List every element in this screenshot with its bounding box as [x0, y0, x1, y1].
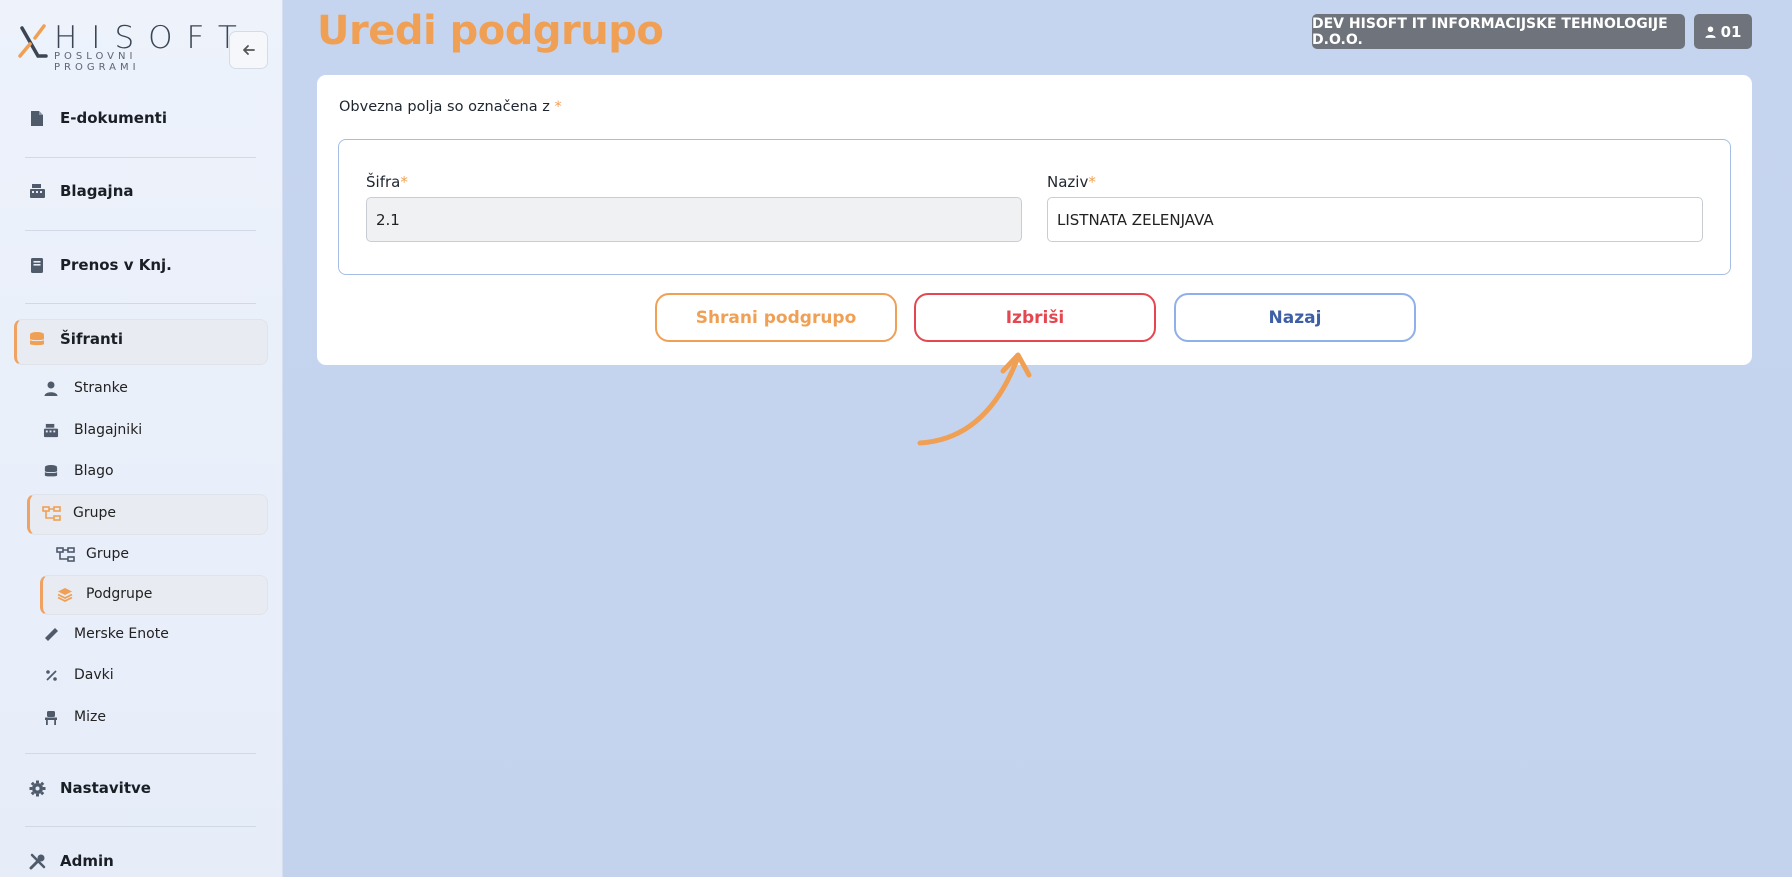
sidebar-item-e-dokumenti[interactable]: E-dokumenti [28, 109, 167, 127]
pointer-arrow-icon [917, 352, 1032, 446]
sidebar-item-label: Stranke [74, 380, 128, 396]
sidebar-item-label: Grupe [86, 546, 129, 562]
required-fields-note: Obvezna polja so označena z * [339, 99, 562, 115]
sidebar-item-label: Merske Enote [74, 626, 169, 642]
naziv-label-text: Naziv [1047, 173, 1089, 191]
sidebar-item-label: Admin [60, 852, 114, 870]
cash-register-icon [28, 182, 46, 200]
chair-icon [43, 709, 59, 725]
layers-icon [55, 586, 75, 602]
divider [25, 230, 256, 231]
sidebar-item-merske-enote[interactable]: Merske Enote [43, 626, 169, 642]
divider [25, 303, 256, 304]
sidebar-item-podgrupe[interactable]: Podgrupe [55, 586, 152, 602]
sitemap-icon [55, 546, 75, 562]
collapse-sidebar-button[interactable] [229, 31, 268, 69]
gear-icon [28, 779, 46, 797]
sidebar-item-label: Blago [74, 463, 114, 479]
database-icon [43, 463, 59, 479]
database-icon [28, 330, 46, 348]
sidebar-item-grupe-child[interactable]: Grupe [55, 546, 129, 562]
sidebar-item-prenos[interactable]: Prenos v Knj. [28, 256, 172, 274]
sidebar-item-label: Grupe [73, 505, 116, 521]
logo[interactable]: HISOFT POSLOVNI PROGRAMI [18, 20, 237, 73]
user-icon [1704, 26, 1716, 38]
sidebar-item-label: Blagajna [60, 182, 134, 200]
sidebar-item-label: Nastavitve [60, 779, 151, 797]
required-star: * [554, 99, 562, 115]
sifra-label: Šifra* [366, 173, 408, 191]
sidebar: HISOFT POSLOVNI PROGRAMI E-dokumenti Bla… [0, 0, 283, 877]
required-note-text: Obvezna polja so označena z [339, 99, 550, 115]
sidebar-item-label: Prenos v Knj. [60, 256, 172, 274]
naziv-label: Naziv* [1047, 173, 1096, 191]
ruler-icon [43, 626, 59, 642]
sidebar-item-label: Šifranti [60, 330, 123, 348]
sidebar-item-mize[interactable]: Mize [43, 709, 106, 725]
sidebar-item-davki[interactable]: Davki [43, 667, 114, 683]
sidebar-item-admin[interactable]: Admin [28, 852, 114, 870]
back-button[interactable]: Nazaj [1174, 293, 1416, 342]
arrow-left-icon [242, 45, 255, 55]
sidebar-item-stranke[interactable]: Stranke [43, 380, 128, 396]
sidebar-item-label: E-dokumenti [60, 109, 167, 127]
sifra-input[interactable]: 2.1 [366, 197, 1022, 242]
sidebar-item-label: Davki [74, 667, 114, 683]
file-icon [28, 109, 46, 127]
divider [25, 753, 256, 754]
sidebar-item-label: Blagajniki [74, 422, 143, 438]
user-badge[interactable]: 01 [1694, 14, 1752, 49]
sitemap-icon [41, 505, 61, 521]
sidebar-item-sifranti[interactable]: Šifranti [28, 330, 123, 348]
sidebar-item-nastavitve[interactable]: Nastavitve [28, 779, 151, 797]
divider [25, 157, 256, 158]
required-star: * [1088, 173, 1096, 191]
naziv-input[interactable]: LISTNATA ZELENJAVA [1047, 197, 1703, 242]
sidebar-item-blagajna[interactable]: Blagajna [28, 182, 134, 200]
percent-icon [43, 667, 59, 683]
sidebar-item-label: Mize [74, 709, 106, 725]
required-star: * [400, 173, 408, 191]
book-icon [28, 256, 46, 274]
sifra-label-text: Šifra [366, 173, 401, 191]
sidebar-item-blago[interactable]: Blago [43, 463, 114, 479]
logo-tagline: POSLOVNI PROGRAMI [54, 51, 140, 73]
sidebar-item-blagajniki[interactable]: Blagajniki [43, 422, 142, 438]
save-subgroup-button[interactable]: Shrani podgrupo [655, 293, 897, 342]
logo-mark-icon [18, 24, 48, 58]
divider [25, 826, 256, 827]
cash-register-icon [43, 422, 59, 438]
company-badge[interactable]: DEV HISOFT IT INFORMACIJSKE TEHNOLOGIJE … [1312, 14, 1685, 49]
edit-subgroup-card: Obvezna polja so označena z * Šifra* 2.1… [317, 75, 1752, 365]
user-id: 01 [1720, 22, 1742, 41]
page-title: Uredi podgrupo [317, 8, 664, 54]
delete-button[interactable]: Izbriši [914, 293, 1156, 342]
sidebar-item-grupe[interactable]: Grupe [41, 505, 116, 521]
user-icon [43, 380, 59, 396]
tools-icon [28, 852, 46, 870]
form-fieldset: Šifra* 2.1 Naziv* LISTNATA ZELENJAVA [338, 139, 1731, 275]
sidebar-item-label: Podgrupe [86, 586, 153, 602]
